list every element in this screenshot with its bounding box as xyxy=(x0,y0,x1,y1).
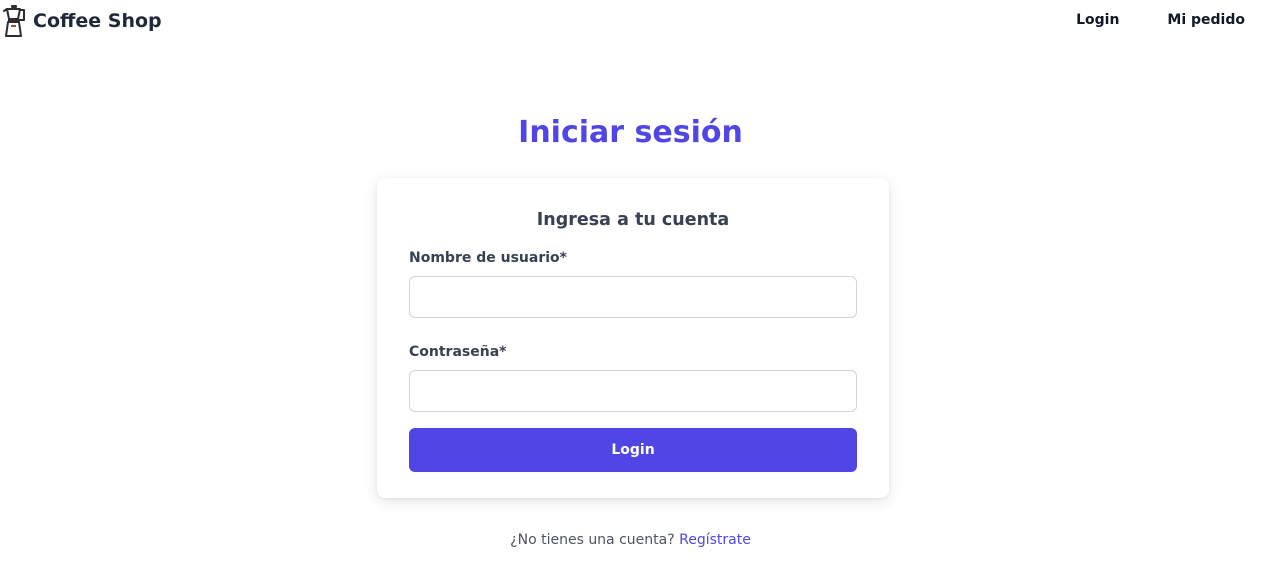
login-button[interactable]: Login xyxy=(409,428,857,472)
navbar: Coffee Shop Login Mi pedido xyxy=(0,0,1261,40)
signup-line: ¿No tienes una cuenta? Regístrate xyxy=(0,530,1261,550)
card-title: Ingresa a tu cuenta xyxy=(536,210,730,230)
login-card: Ingresa a tu cuenta Nombre de usuario* C… xyxy=(377,178,889,498)
signup-prompt: ¿No tienes una cuenta? xyxy=(510,532,675,548)
moka-pot-icon xyxy=(3,5,25,37)
username-input[interactable] xyxy=(409,276,857,318)
username-label: Nombre de usuario* xyxy=(409,250,567,266)
signup-link[interactable]: Regístrate xyxy=(679,532,751,548)
page-title: Iniciar sesión xyxy=(518,115,743,150)
password-label: Contraseña* xyxy=(409,344,507,360)
nav-link-mi-pedido[interactable]: Mi pedido xyxy=(1167,11,1245,29)
brand-link[interactable]: Coffee Shop xyxy=(3,4,162,38)
nav-links: Login Mi pedido xyxy=(1028,11,1245,29)
password-input[interactable] xyxy=(409,370,857,412)
username-group: Nombre de usuario* xyxy=(409,248,857,318)
brand-name: Coffee Shop xyxy=(33,10,162,32)
password-group: Contraseña* xyxy=(409,342,857,412)
nav-link-login[interactable]: Login xyxy=(1076,11,1119,29)
